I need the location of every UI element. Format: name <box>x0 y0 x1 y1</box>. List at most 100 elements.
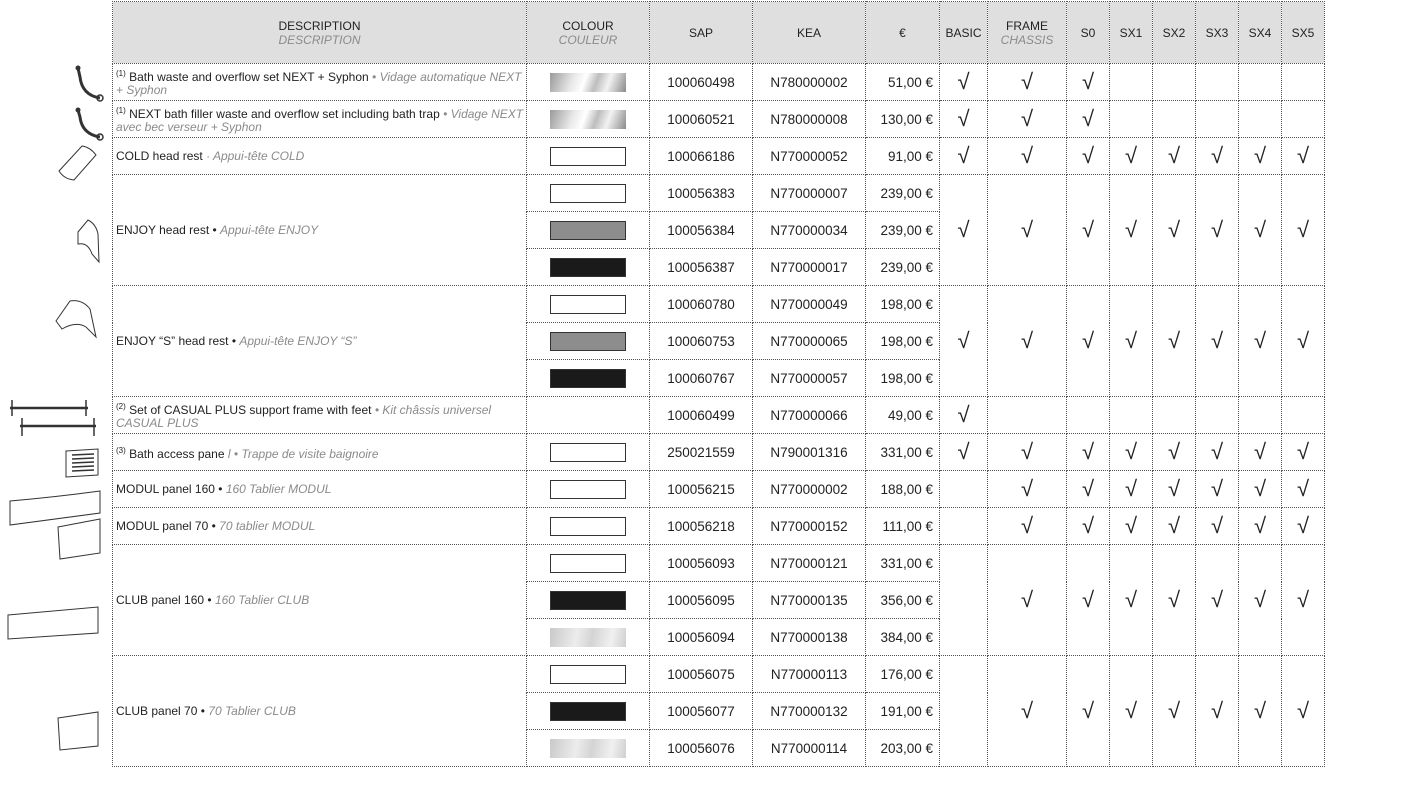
checkmark-icon: √ <box>1020 513 1034 538</box>
description-en: NEXT bath filler waste and overflow set … <box>129 107 440 121</box>
price: 176,00 € <box>865 655 940 693</box>
compat-sx2: √ <box>1152 544 1196 656</box>
header-sx1: SX1 <box>1109 1 1153 64</box>
description-fr: 70 tablier MODUL <box>219 518 316 533</box>
colour-swatch <box>550 590 626 610</box>
compat-frame: √ <box>987 174 1067 286</box>
compat-s0: √ <box>1066 174 1110 286</box>
compat-sx1 <box>1109 100 1153 138</box>
compat-s0: √ <box>1066 285 1110 397</box>
compat-s0: √ <box>1066 507 1110 545</box>
price: 356,00 € <box>865 581 940 619</box>
price: 203,00 € <box>865 729 940 767</box>
enjoy-head-rest-icon <box>77 219 100 264</box>
sap-code: 100060499 <box>649 396 753 434</box>
checkmark-icon: √ <box>1020 143 1034 168</box>
product-description: (1) Bath waste and overflow set NEXT + S… <box>112 63 527 101</box>
description-en: ENJOY head rest • <box>116 222 217 237</box>
description-en: CLUB panel 70 • <box>116 703 205 718</box>
compat-sx2: √ <box>1152 655 1196 767</box>
header-frame: FRAME CHASSIS <box>987 1 1067 64</box>
compat-sx3 <box>1195 100 1239 138</box>
checkmark-icon: √ <box>1210 439 1224 464</box>
bath-waste-icon <box>75 65 104 102</box>
compat-basic <box>939 544 988 656</box>
product-description: ENJOY head rest • Appui-tête ENJOY <box>112 174 527 286</box>
compat-sx4: √ <box>1238 433 1282 471</box>
colour-cell <box>526 729 650 767</box>
footnote-ref: (3) <box>116 445 126 455</box>
compat-sx4: √ <box>1238 544 1282 656</box>
price: 198,00 € <box>865 322 940 360</box>
kea-code: N770000135 <box>752 581 866 619</box>
kea-code: N770000065 <box>752 322 866 360</box>
colour-cell <box>526 211 650 249</box>
price: 331,00 € <box>865 544 940 582</box>
cold-head-rest-icon <box>58 145 97 181</box>
compat-basic: √ <box>939 174 988 286</box>
compat-s0: √ <box>1066 100 1110 138</box>
compat-sx4 <box>1238 100 1282 138</box>
price: 49,00 € <box>865 396 940 434</box>
compat-sx1 <box>1109 63 1153 101</box>
kea-code: N780000002 <box>752 63 866 101</box>
colour-swatch <box>550 479 626 499</box>
compat-sx1 <box>1109 396 1153 434</box>
checkmark-icon: √ <box>1210 587 1224 612</box>
description-fr: · Appui-tête COLD <box>206 148 305 163</box>
compat-sx3: √ <box>1195 544 1239 656</box>
checkmark-icon: √ <box>1210 698 1224 723</box>
compat-basic: √ <box>939 63 988 101</box>
description-en: COLD head rest <box>116 148 203 163</box>
colour-cell <box>526 655 650 693</box>
colour-swatch <box>550 368 626 388</box>
checkmark-icon: √ <box>1210 328 1224 353</box>
checkmark-icon: √ <box>957 143 970 168</box>
sap-code: 100056218 <box>649 507 753 545</box>
header-row: DESCRIPTION DESCRIPTION COLOUR COULEUR SAP… <box>112 1 1325 64</box>
colour-swatch <box>550 553 626 573</box>
description-en: ENJOY “S” head rest • <box>116 333 237 348</box>
colour-swatch <box>550 627 626 647</box>
kea-code: N770000138 <box>752 618 866 656</box>
compat-sx1: √ <box>1109 655 1153 767</box>
checkmark-icon: √ <box>1253 513 1267 538</box>
compat-sx4: √ <box>1238 507 1282 545</box>
compat-frame <box>987 396 1067 434</box>
kea-code: N770000052 <box>752 137 866 175</box>
product-description: (2) Set of CASUAL PLUS support frame wit… <box>112 396 527 434</box>
price: 91,00 € <box>865 137 940 175</box>
compat-basic <box>939 507 988 545</box>
compat-basic: √ <box>939 285 988 397</box>
compat-sx2 <box>1152 100 1196 138</box>
checkmark-icon: √ <box>1081 106 1095 131</box>
checkmark-icon: √ <box>957 402 970 427</box>
kea-code: N770000057 <box>752 359 866 397</box>
compat-sx5: √ <box>1281 285 1325 397</box>
compat-s0: √ <box>1066 137 1110 175</box>
checkmark-icon: √ <box>1296 587 1310 612</box>
colour-cell <box>526 470 650 508</box>
description-fr: Appui-tête ENJOY <box>220 222 319 237</box>
compat-basic: √ <box>939 100 988 138</box>
compat-sx3: √ <box>1195 655 1239 767</box>
checkmark-icon: √ <box>1124 698 1138 723</box>
sap-code: 100060767 <box>649 359 753 397</box>
kea-code: N770000002 <box>752 470 866 508</box>
sap-code: 100056075 <box>649 655 753 693</box>
price: 51,00 € <box>865 63 940 101</box>
compat-sx3 <box>1195 63 1239 101</box>
checkmark-icon: √ <box>1167 439 1181 464</box>
description-fr: 160 Tablier MODUL <box>225 481 332 496</box>
colour-cell <box>526 359 650 397</box>
compat-sx3: √ <box>1195 285 1239 397</box>
sap-code: 100066186 <box>649 137 753 175</box>
description-fr: 70 Tablier CLUB <box>208 703 296 718</box>
compat-sx2: √ <box>1152 470 1196 508</box>
checkmark-icon: √ <box>1124 513 1138 538</box>
product-description: COLD head rest · Appui-tête COLD <box>112 137 527 175</box>
compat-sx5: √ <box>1281 470 1325 508</box>
club-panel-160-icon <box>7 606 99 640</box>
compat-sx1: √ <box>1109 137 1153 175</box>
header-s0: S0 <box>1066 1 1110 64</box>
